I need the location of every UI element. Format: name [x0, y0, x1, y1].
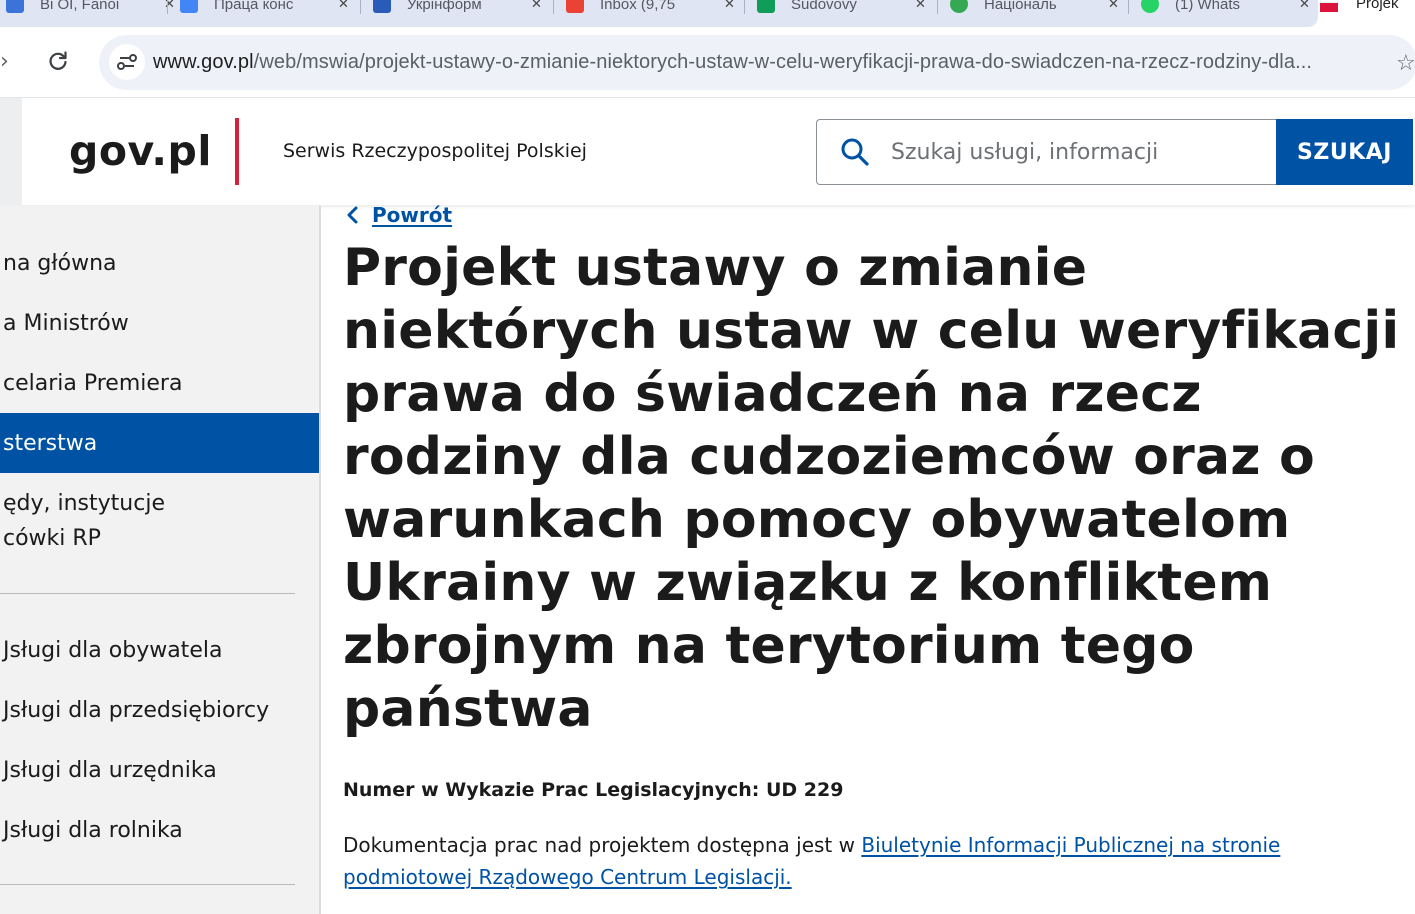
tab-separator — [1128, 0, 1129, 14]
sidebar-item-ministries[interactable]: sterstwa — [0, 413, 319, 473]
documentation-text: Dokumentacja prac nad projektem dostępna… — [343, 833, 862, 857]
tab-favicon — [950, 0, 968, 13]
reload-icon[interactable] — [46, 49, 70, 73]
tab-separator — [744, 0, 745, 14]
bookmark-star-icon[interactable]: ☆ — [1396, 51, 1415, 76]
sidebar-item-label: Jsługi dla rolnika — [3, 818, 183, 843]
sidebar-divider — [0, 884, 295, 885]
browser-tab[interactable]: Ві OI, Fanoi ✕ — [6, 0, 175, 16]
sidebar-item-label: Jsługi dla obywatela — [3, 638, 223, 663]
sidebar-item-label: na główna — [3, 251, 117, 276]
tab-title: Ві OI, Fanoi — [40, 0, 120, 13]
url-path: /web/mswia/projekt-ustawy-o-zmianie-niek… — [253, 51, 1313, 73]
search-box — [816, 119, 1276, 185]
documentation-paragraph: Dokumentacja prac nad projektem dostępna… — [343, 829, 1343, 893]
sidebar-item-label: celaria Premiera — [3, 371, 183, 396]
browser-toolbar: › www.gov.pl/web/mswia/projekt-ustawy-o-… — [0, 27, 1415, 98]
sidebar-item-label: ędy, instytucje — [3, 491, 165, 516]
page-title-line: rodziny dla cudzoziemców oraz o — [343, 427, 1315, 487]
tab-title: Укрінформ — [407, 0, 482, 13]
sidebar-item-label: Jsługi dla urzędnika — [3, 758, 217, 783]
search-input[interactable] — [889, 130, 1263, 174]
close-icon[interactable]: ✕ — [915, 0, 926, 12]
back-link[interactable]: Powrót — [346, 203, 452, 227]
browser-tab[interactable]: Sudovovy ✕ — [757, 0, 926, 16]
gmail-favicon — [566, 0, 584, 13]
tab-separator — [360, 0, 361, 14]
close-icon[interactable]: ✕ — [724, 0, 735, 12]
page-title-line: prawa do świadczeń na rzecz — [343, 364, 1202, 424]
gov-pl-logo[interactable]: gov.pl — [69, 127, 212, 175]
page-title-line: państwa — [343, 679, 593, 739]
whatsapp-favicon — [1141, 0, 1159, 13]
tab-separator — [167, 0, 168, 14]
tab-title: Projek — [1356, 0, 1399, 12]
site-info-icon[interactable] — [109, 44, 145, 80]
search-button[interactable]: SZUKAJ — [1276, 119, 1413, 185]
tab-separator — [937, 0, 938, 14]
registry-number: Numer w Wykazie Prac Legislacyjnych: UD … — [343, 779, 844, 801]
close-icon[interactable]: ✕ — [1108, 0, 1119, 12]
browser-tab[interactable]: (1) Whats ✕ — [1141, 0, 1310, 16]
browser-tab[interactable]: Укрінформ ✕ — [373, 0, 542, 16]
close-icon[interactable]: ✕ — [1299, 0, 1310, 12]
forward-icon[interactable]: › — [0, 49, 9, 74]
tab-favicon — [180, 0, 198, 13]
sheets-favicon — [757, 0, 775, 13]
tab-title: Праца конс — [214, 0, 294, 13]
address-bar[interactable]: www.gov.pl/web/mswia/projekt-ustawy-o-zm… — [99, 35, 1415, 90]
page-title: Projekt ustawy o zmianie niektórych usta… — [343, 237, 1400, 741]
sidebar-item-label: cówki RP — [3, 526, 101, 551]
url-host: www.gov.pl — [153, 51, 254, 73]
inactive-tabs-area: Ві OI, Fanoi ✕ Праца конс ✕ Укрінформ ✕ … — [0, 0, 1318, 27]
tab-title: Sudovovy — [791, 0, 857, 13]
page-title-line: Ukrainy w związku z konfliktem — [343, 553, 1273, 613]
page-title-line: Projekt ustawy o zmianie — [343, 238, 1088, 298]
browser-tab[interactable]: Праца конс ✕ — [180, 0, 349, 16]
tab-favicon — [373, 0, 391, 13]
tab-separator — [553, 0, 554, 14]
sidebar-nav: na główna a Ministrów celaria Premiera s… — [0, 206, 321, 914]
browser-tab-strip: Ві OI, Fanoi ✕ Праца конс ✕ Укрінформ ✕ … — [0, 0, 1415, 27]
back-link-label: Powrót — [372, 203, 453, 227]
gov-favicon — [1319, 0, 1339, 12]
browser-tab[interactable]: Національ ✕ — [950, 0, 1119, 16]
tab-title: Національ — [984, 0, 1057, 13]
active-browser-tab[interactable]: Projek — [1319, 0, 1399, 12]
header-left-edge — [0, 98, 22, 205]
page-title-line: zbrojnym na terytorium tego — [343, 616, 1195, 676]
close-icon[interactable]: ✕ — [164, 0, 175, 12]
close-icon[interactable]: ✕ — [531, 0, 542, 12]
search-icon — [841, 138, 869, 166]
close-icon[interactable]: ✕ — [338, 0, 349, 12]
sidebar-item-label: sterstwa — [3, 431, 98, 456]
sidebar-divider — [0, 593, 295, 594]
logo-divider — [235, 118, 239, 185]
sidebar-item-label: a Ministrów — [3, 311, 129, 336]
chevron-left-icon — [347, 206, 358, 224]
tab-favicon — [6, 0, 24, 13]
sidebar-item-label: Jsługi dla przedsiębiorcy — [3, 698, 270, 723]
browser-tab[interactable]: Inbox (9,75 ✕ — [566, 0, 735, 16]
url-text[interactable]: www.gov.pl/web/mswia/projekt-ustawy-o-zm… — [153, 51, 1312, 74]
tab-title: (1) Whats — [1175, 0, 1241, 13]
page-title-line: niektórych ustaw w celu weryfikacji — [343, 301, 1400, 361]
page-title-line: warunkach pomocy obywatelom — [343, 490, 1291, 550]
service-name: Serwis Rzeczypospolitej Polskiej — [283, 140, 587, 162]
tab-title: Inbox (9,75 — [600, 0, 676, 13]
